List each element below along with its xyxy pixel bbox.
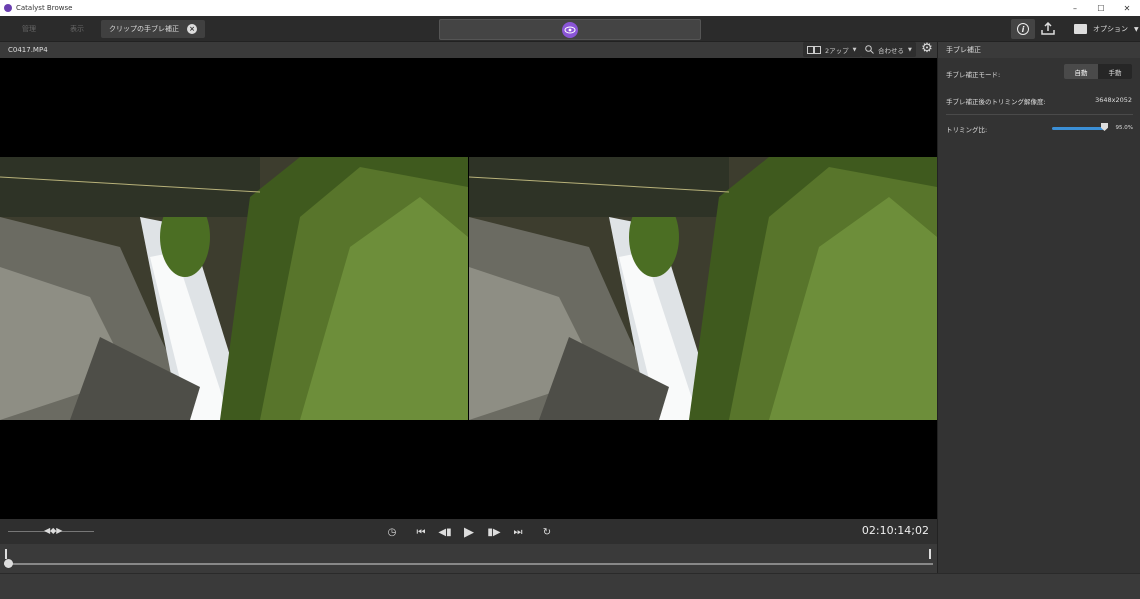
tab-stabilize[interactable]: クリップの手ブレ補正 × <box>101 20 205 38</box>
original-frame <box>0 157 468 420</box>
tab-view[interactable]: 表示 <box>62 20 92 38</box>
window-controls: – ☐ ✕ <box>1062 0 1140 16</box>
view-mode-label: 2アップ <box>825 46 849 55</box>
close-tab-icon[interactable]: × <box>187 24 197 34</box>
two-up-icon <box>807 45 821 54</box>
chevron-down-icon: ▼ <box>852 46 857 53</box>
mode-auto-button[interactable]: 自動 <box>1064 64 1098 79</box>
info-button[interactable]: i <box>1011 19 1035 39</box>
playhead[interactable] <box>4 559 13 568</box>
divider <box>946 114 1133 115</box>
title-bar: Catalyst Browse – ☐ ✕ <box>0 0 1140 16</box>
play-icon[interactable]: ▶ <box>462 525 476 540</box>
toolbox-icon <box>1074 24 1087 34</box>
app-logo-icon <box>4 4 12 12</box>
shuttle-knob-icon[interactable]: ◀◆▶ <box>44 526 62 535</box>
maximize-button[interactable]: ☐ <box>1088 0 1114 16</box>
close-window-button[interactable]: ✕ <box>1114 0 1140 16</box>
status-bar <box>0 573 1140 599</box>
trim-resolution-value: 3648x2052 <box>1095 96 1132 104</box>
mode-manual-button[interactable]: 手動 <box>1098 64 1132 79</box>
mode-label: 手ブレ補正モード: <box>946 71 1001 79</box>
mode-toggle: 自動 手動 <box>1064 64 1132 79</box>
trim-resolution-label: 手ブレ補正後のトリミング解像度: <box>946 98 1046 106</box>
panel-title: 手ブレ補正 <box>938 42 1140 58</box>
trim-ratio-value: 95.0% <box>1115 125 1133 131</box>
view-mode-dropdown[interactable]: 2アップ ▼ <box>803 42 861 57</box>
timeline-track[interactable] <box>4 563 933 565</box>
eye-icon[interactable] <box>562 21 578 38</box>
tab-label: 管理 <box>22 25 36 33</box>
trim-ratio-label: トリミング比: <box>946 126 988 134</box>
playback-controls: ◀◆▶ ◷ ⏮ ◀▮ ▶ ▮▶ ⏭ ↻ 02:10:14;02 <box>0 519 937 544</box>
tab-manage[interactable]: 管理 <box>14 20 44 38</box>
loop-icon[interactable]: ↻ <box>540 525 554 539</box>
timeline <box>0 544 937 573</box>
skip-to-start-icon[interactable]: ⏮ <box>414 525 428 539</box>
chevron-down-icon: ▼ <box>1134 25 1139 33</box>
trim-ratio-slider[interactable] <box>1052 127 1104 130</box>
zoom-fit-dropdown[interactable]: 合わせる ▼ <box>861 42 916 57</box>
timecode-display: 02:10:14;02 <box>861 524 929 537</box>
fit-label: 合わせる <box>878 46 904 55</box>
timer-icon[interactable]: ◷ <box>385 525 399 539</box>
options-label: オプション <box>1093 25 1128 33</box>
gear-icon[interactable]: ⚙ <box>920 42 934 56</box>
stabilization-panel: 手ブレ補正 手ブレ補正モード: 自動 手動 手ブレ補正後のトリミング解像度: 3… <box>937 42 1140 573</box>
step-back-icon[interactable]: ◀▮ <box>438 525 452 539</box>
magnifier-icon <box>865 45 874 54</box>
info-icon: i <box>1017 23 1029 35</box>
step-forward-icon[interactable]: ▮▶ <box>487 525 501 539</box>
skip-to-end-icon[interactable]: ⏭ <box>511 525 525 539</box>
tab-label: クリップの手ブレ補正 <box>109 25 179 33</box>
export-icon[interactable] <box>1041 22 1055 36</box>
in-point-marker[interactable] <box>5 549 7 559</box>
clip-filename: C0417.MP4 <box>8 46 48 54</box>
minimize-button[interactable]: – <box>1062 0 1088 16</box>
chevron-down-icon: ▼ <box>908 46 912 53</box>
view-mode-bar <box>439 19 701 40</box>
top-toolbar: 管理 表示 クリップの手ブレ補正 × i オプション ▼ <box>0 16 1140 42</box>
out-point-marker[interactable] <box>929 549 931 559</box>
tab-label: 表示 <box>70 25 84 33</box>
window-title: Catalyst Browse <box>16 4 73 12</box>
clip-header: C0417.MP4 <box>0 42 937 58</box>
options-menu[interactable]: オプション ▼ <box>1074 21 1139 37</box>
stabilized-frame <box>469 157 937 420</box>
video-viewer <box>0 58 937 519</box>
